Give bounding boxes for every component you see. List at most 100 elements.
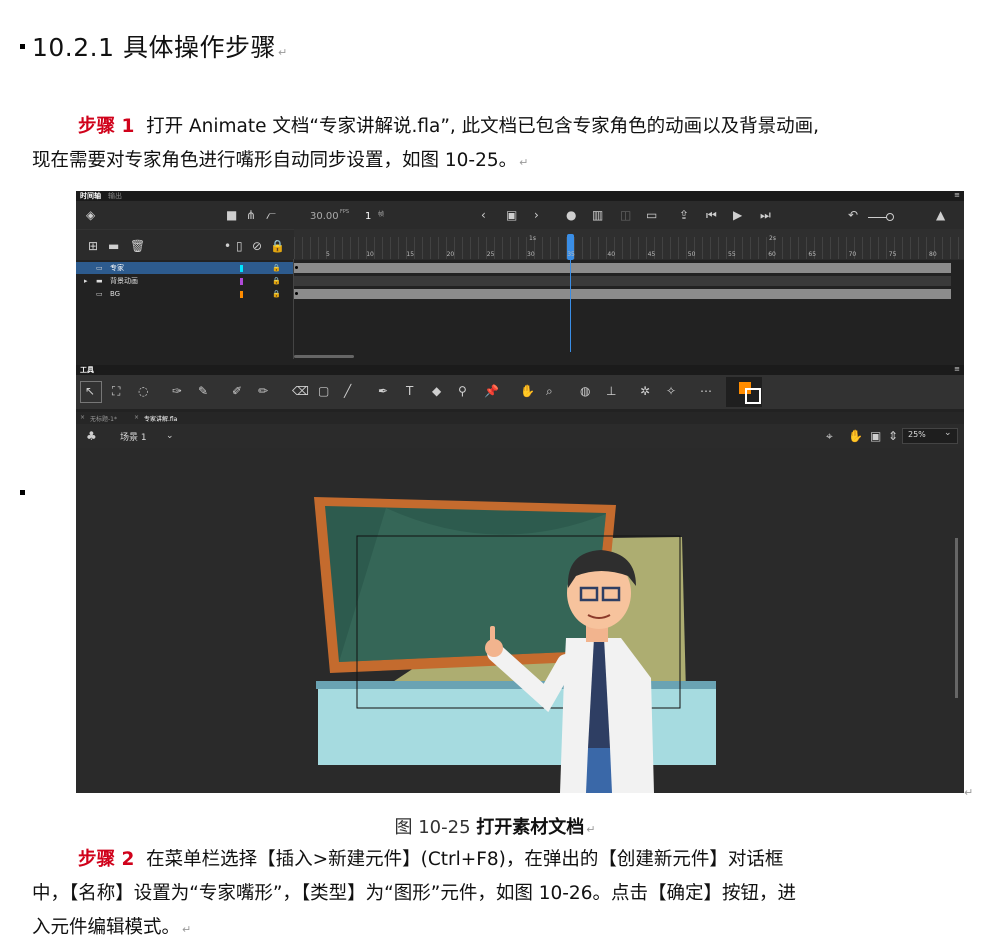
ruler-tick: 35: [567, 251, 575, 258]
animate-screenshot: 时间轴 输出 ≡ ◈ ■ ⋔ ⦧ 30.00 FPS 1 帧 ‹ ▣ › ● ▥…: [76, 191, 964, 793]
camera-icon[interactable]: ■: [226, 209, 237, 221]
lock-icon[interactable]: 🔒: [272, 288, 281, 300]
step-forward-icon[interactable]: ⏭: [760, 209, 771, 221]
doc-tab-untitled[interactable]: 无标题-1*: [90, 414, 117, 423]
step-back-icon[interactable]: ⏮: [706, 209, 717, 221]
panel-menu-icon[interactable]: ≡: [954, 191, 960, 199]
undo-icon[interactable]: ↶: [848, 209, 858, 221]
layer-name-bg[interactable]: BG: [110, 288, 120, 300]
layer-name-bg-anim[interactable]: 背景动画: [110, 275, 138, 287]
parent-icon[interactable]: ⋔: [246, 209, 256, 221]
ruler-tick: 80: [929, 251, 937, 258]
insert-keyframe-icon[interactable]: ▣: [506, 209, 517, 221]
chevron-down-icon[interactable]: ⌄: [944, 428, 952, 438]
step-2-line1: 在菜单栏选择【插入>新建元件】(Ctrl+F8)，在弹出的【创建新元件】对话框: [146, 849, 784, 870]
doc-tab-expert[interactable]: 专家讲解.fla: [144, 414, 177, 423]
rotate-stage-icon[interactable]: ✋: [848, 430, 863, 442]
text-tool-icon[interactable]: T: [406, 385, 413, 397]
layer-row-expert[interactable]: ▭ 专家 🔒: [76, 262, 293, 274]
hand-tool-icon[interactable]: ✋: [520, 385, 535, 397]
ruler-tick: 25: [486, 251, 495, 258]
center-stage-icon[interactable]: ⌖: [826, 430, 833, 442]
eyedropper-icon[interactable]: ⚲: [458, 385, 467, 397]
pencil-tool-icon[interactable]: ✏: [258, 385, 268, 397]
stage-area[interactable]: [76, 448, 964, 793]
outline-icon[interactable]: ▯: [236, 240, 243, 252]
prev-keyframe-icon[interactable]: ‹: [481, 209, 486, 221]
delete-layer-icon[interactable]: 🗑: [130, 240, 145, 252]
zoom-tool-icon[interactable]: ⌕: [546, 385, 553, 397]
step-2-line3: 入元件编辑模式。: [32, 917, 181, 938]
graph-icon[interactable]: ⦧: [266, 209, 276, 221]
zoom-stepper-icon[interactable]: ⇕: [888, 430, 898, 442]
close-icon[interactable]: ×: [134, 414, 139, 421]
bind-tool-icon[interactable]: ✧: [666, 385, 676, 397]
paint-bucket-icon[interactable]: ◆: [432, 385, 441, 397]
ruler-tick: 45: [647, 251, 656, 258]
expand-arrow-icon[interactable]: ▸: [84, 275, 88, 287]
next-keyframe-icon[interactable]: ›: [534, 209, 539, 221]
3d-rotation-icon[interactable]: ◍: [580, 385, 590, 397]
step-2-line2: 中，【名称】设置为“专家嘴形”，【类型】为“图形”元件，如图 10-26。点击【…: [32, 883, 796, 904]
frame-unit: 帧: [378, 211, 385, 218]
mountains-icon[interactable]: ▲: [936, 209, 945, 221]
lock-icon[interactable]: 🔒: [272, 262, 281, 274]
eraser-tool-icon[interactable]: ⌫: [292, 385, 309, 397]
pen-tool-icon[interactable]: ✒: [378, 385, 388, 397]
panel-menu-icon[interactable]: ≡: [954, 365, 960, 373]
chevron-down-icon[interactable]: ⌄: [166, 430, 174, 442]
folder-icon: ▬: [96, 277, 103, 285]
visibility-icon[interactable]: ⊘: [252, 240, 262, 252]
new-folder-icon[interactable]: ▬: [108, 240, 119, 252]
scene-icon: ♣: [86, 429, 97, 443]
asset-warp-icon[interactable]: ✲: [640, 385, 650, 397]
loop-icon[interactable]: ⇪: [679, 209, 689, 221]
close-icon[interactable]: ×: [80, 414, 85, 421]
step-1-label: 步骤 1: [78, 116, 135, 137]
tab-output[interactable]: 输出: [108, 191, 122, 201]
caption-title: 打开素材文档: [476, 817, 585, 838]
new-layer-icon[interactable]: ⊞: [88, 240, 98, 252]
track-expert[interactable]: [294, 263, 951, 273]
layer-icon: ▭: [96, 290, 103, 298]
classic-tween-icon[interactable]: ▭: [646, 209, 657, 221]
lock-icon[interactable]: 🔒: [272, 275, 281, 287]
edit-multiple-icon[interactable]: ▥: [592, 209, 603, 221]
track-bg-anim[interactable]: [294, 276, 951, 286]
highlight-icon[interactable]: •: [224, 240, 231, 252]
frame-value[interactable]: 1: [365, 211, 371, 222]
ruler-tick: 30: [527, 251, 535, 258]
transform-tool-icon[interactable]: ⛶: [112, 385, 120, 397]
timeline-scrollbar[interactable]: [294, 355, 354, 358]
selection-tool-icon[interactable]: ↖: [85, 385, 95, 397]
more-tools-icon[interactable]: ⋯: [700, 385, 712, 397]
rectangle-tool-icon[interactable]: ▢: [318, 385, 329, 397]
bone-tool-icon[interactable]: ⊥: [606, 385, 616, 397]
layer-row-bg[interactable]: ▭ BG 🔒: [76, 288, 293, 300]
zoom-slider-handle[interactable]: [886, 213, 894, 221]
stroke-color-swatch[interactable]: [745, 388, 761, 404]
figure-caption: 图 10-25 打开素材文档 ↵: [394, 817, 596, 838]
layers-icon[interactable]: ◈: [86, 209, 95, 221]
fps-value[interactable]: 30.00: [310, 211, 339, 222]
clip-stage-icon[interactable]: ▣: [870, 430, 881, 442]
onion-skin-icon[interactable]: ●: [566, 209, 576, 221]
layer-row-bg-anim[interactable]: ▸ ▬ 背景动画 🔒: [76, 275, 293, 287]
pin-tool-icon[interactable]: 📌: [484, 385, 499, 397]
paint-brush-icon[interactable]: ✐: [232, 385, 242, 397]
scene-name[interactable]: 场景 1: [120, 430, 147, 443]
fluid-brush-icon[interactable]: ✑: [172, 385, 182, 397]
line-tool-icon[interactable]: ╱: [344, 385, 351, 397]
track-bg[interactable]: [294, 289, 951, 299]
brush-tool-icon[interactable]: ✎: [198, 385, 208, 397]
tab-timeline[interactable]: 时间轴: [80, 191, 101, 201]
lock-icon[interactable]: 🔒: [270, 240, 285, 252]
lasso-tool-icon[interactable]: ◌: [138, 385, 148, 397]
ruler-tick: 15: [406, 251, 415, 258]
caption-number: 图 10-25: [394, 817, 471, 838]
step-2-label: 步骤 2: [78, 849, 135, 870]
ruler-tick: 70: [848, 251, 857, 258]
section-heading: 10.2.1 具体操作步骤 ↵: [32, 33, 288, 62]
layer-name-expert[interactable]: 专家: [110, 262, 124, 274]
play-icon[interactable]: ▶: [733, 209, 742, 221]
